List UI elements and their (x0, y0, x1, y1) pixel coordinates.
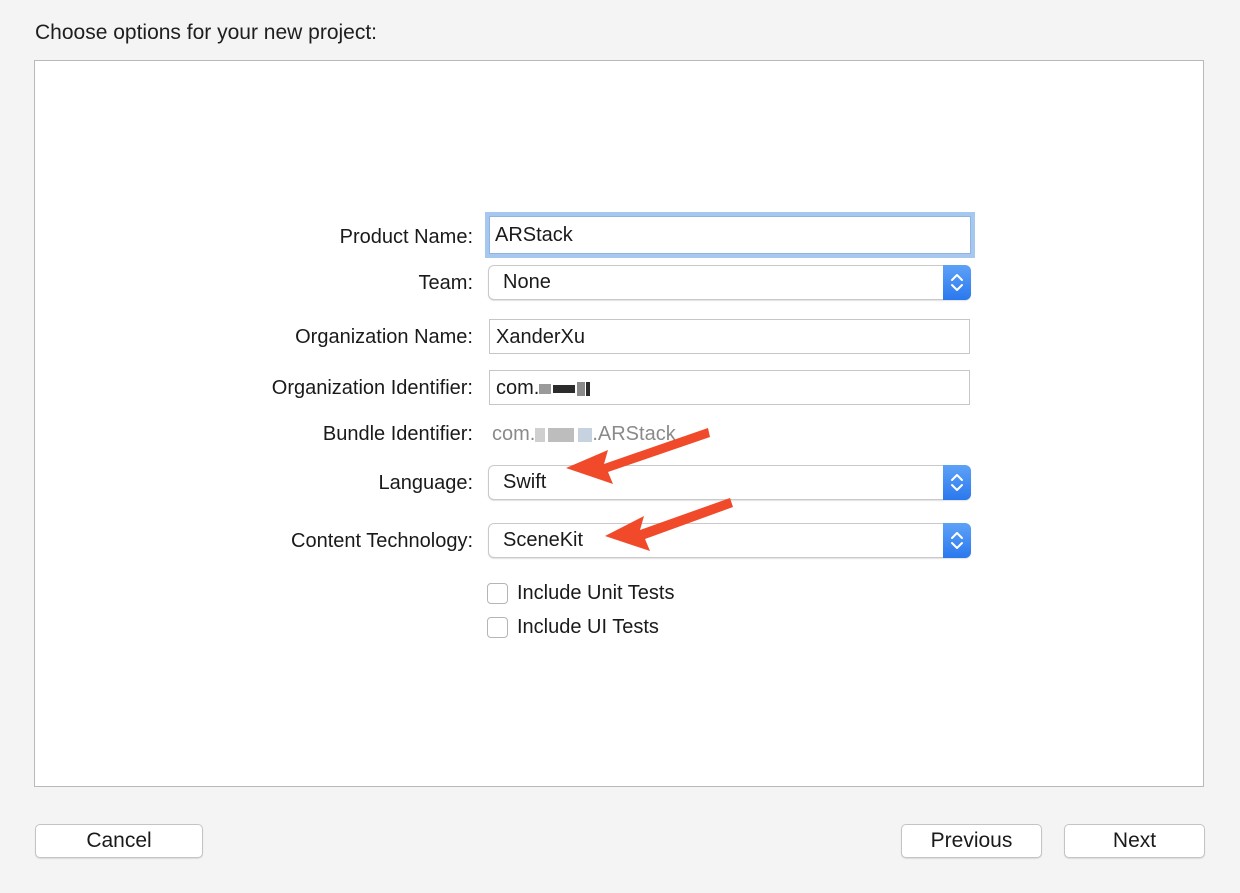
include-unit-tests-label: Include Unit Tests (517, 581, 675, 604)
language-label: Language: (378, 472, 473, 494)
language-popup[interactable]: Swift (488, 465, 971, 500)
cancel-button[interactable]: Cancel (35, 824, 203, 858)
organization-name-field[interactable]: XanderXu (489, 319, 970, 354)
organization-identifier-prefix: com. (496, 377, 540, 399)
content-technology-value: SceneKit (503, 529, 584, 551)
organization-identifier-field[interactable]: com. (489, 370, 970, 405)
redacted-text (553, 384, 576, 393)
content-technology-popup[interactable]: SceneKit (488, 523, 971, 558)
redacted-text (577, 381, 586, 396)
organization-name-value: XanderXu (496, 326, 585, 348)
redacted-text (535, 427, 546, 442)
team-label: Team: (418, 272, 473, 294)
next-button[interactable]: Next (1064, 824, 1205, 858)
previous-button[interactable]: Previous (901, 824, 1042, 858)
include-ui-tests-row[interactable]: Include UI Tests (487, 615, 659, 639)
include-unit-tests-checkbox[interactable] (487, 582, 508, 604)
bundle-identifier-value: com. .ARStack (492, 421, 676, 447)
bundle-identifier-label: Bundle Identifier: (322, 423, 473, 445)
product-name-label: Product Name: (339, 226, 473, 248)
redacted-text (539, 383, 552, 394)
focus-ring (489, 216, 971, 254)
team-value: None (503, 271, 551, 293)
include-unit-tests-row[interactable]: Include Unit Tests (487, 581, 675, 605)
chevron-updown-icon (943, 465, 971, 500)
bundle-identifier-suffix: .ARStack (592, 423, 676, 445)
team-popup[interactable]: None (488, 265, 971, 300)
redacted-text (586, 381, 591, 396)
dialog-heading: Choose options for your new project: (35, 21, 378, 44)
redacted-text (548, 427, 575, 442)
content-technology-label: Content Technology: (291, 530, 473, 552)
organization-identifier-label: Organization Identifier: (271, 377, 473, 399)
organization-name-label: Organization Name: (295, 326, 473, 348)
chevron-updown-icon (943, 523, 971, 558)
product-name-field[interactable]: ARStack (485, 212, 975, 258)
chevron-updown-icon (943, 265, 971, 300)
language-value: Swift (503, 471, 547, 493)
include-ui-tests-checkbox[interactable] (487, 616, 508, 638)
bundle-identifier-prefix: com. (492, 423, 536, 445)
redacted-text (578, 427, 593, 442)
include-ui-tests-label: Include UI Tests (517, 615, 659, 638)
